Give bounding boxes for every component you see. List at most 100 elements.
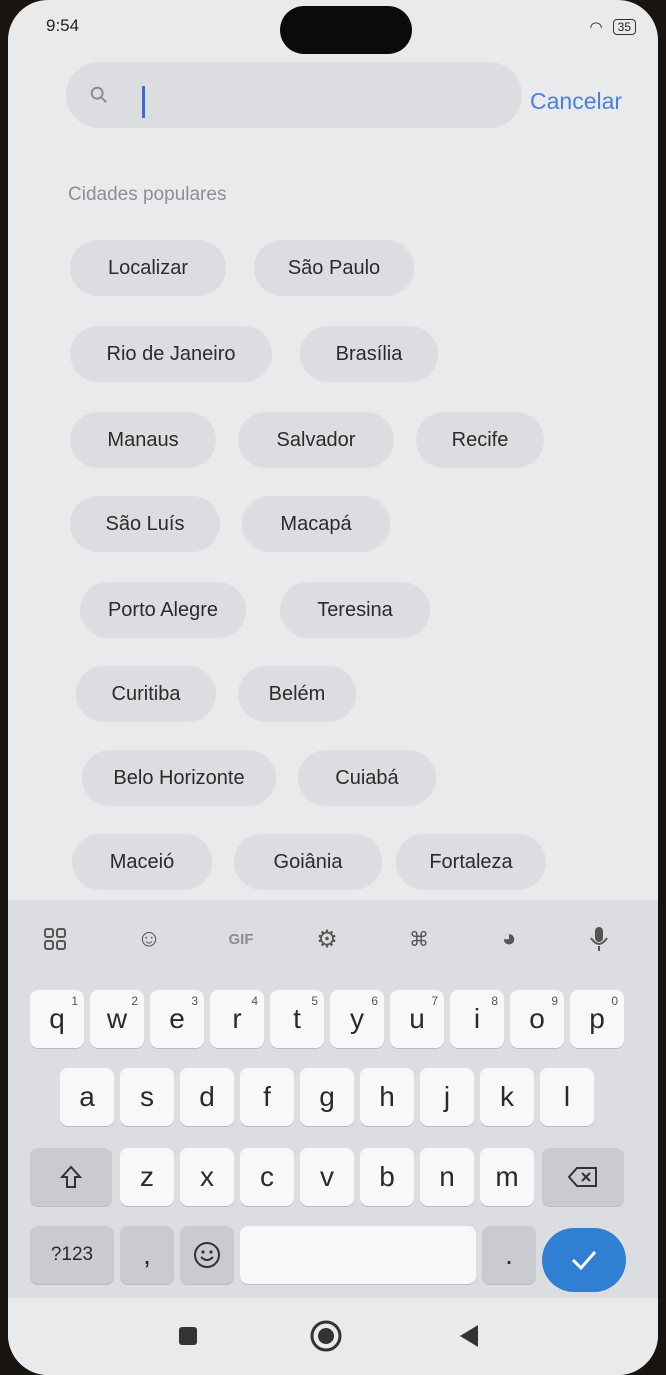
key-number: 2 (131, 994, 138, 1008)
key-label: w (106, 1003, 128, 1034)
key-label: i (473, 1003, 481, 1034)
wifi-icon: ◠ (589, 19, 603, 36)
key-y[interactable]: y6 (330, 990, 384, 1048)
city-chip[interactable]: Teresina (280, 582, 430, 638)
key-number: 3 (191, 994, 198, 1008)
comma-key[interactable]: , (120, 1226, 174, 1284)
city-chip[interactable]: Recife (416, 412, 544, 468)
city-chip[interactable]: São Luís (70, 496, 220, 552)
recents-button[interactable] (168, 1316, 208, 1356)
search-icon (90, 86, 107, 103)
key-d[interactable]: d (180, 1068, 234, 1126)
shift-key[interactable] (30, 1148, 112, 1206)
status-icons: ◠ 35 (590, 18, 636, 36)
checkmark-icon (571, 1251, 597, 1270)
key-r[interactable]: r4 (210, 990, 264, 1048)
key-g[interactable]: g (300, 1068, 354, 1126)
status-time: 9:54 (46, 16, 80, 35)
key-m[interactable]: m (480, 1148, 534, 1206)
text-cursor (142, 86, 145, 118)
key-l[interactable]: l (540, 1068, 594, 1126)
city-chip[interactable]: Macapá (242, 496, 390, 552)
city-chip[interactable]: Porto Alegre (80, 582, 246, 638)
search-input[interactable] (140, 75, 480, 115)
city-chip[interactable]: Maceió (72, 834, 212, 890)
key-w[interactable]: w2 (90, 990, 144, 1048)
circle-icon (310, 1320, 342, 1352)
city-chip[interactable]: Cuiabá (298, 750, 436, 806)
key-number: 7 (431, 994, 438, 1008)
key-u[interactable]: u7 (390, 990, 444, 1048)
city-chip[interactable]: Manaus (70, 412, 216, 468)
key-label: t (293, 1003, 301, 1034)
key-e[interactable]: e3 (150, 990, 204, 1048)
key-q[interactable]: q1 (30, 990, 84, 1048)
key-c[interactable]: c (240, 1148, 294, 1206)
translate-icon[interactable]: ⌘ (402, 922, 436, 956)
shift-icon (60, 1165, 82, 1188)
key-j[interactable]: j (420, 1068, 474, 1126)
microphone-icon[interactable] (582, 922, 616, 956)
home-button[interactable] (306, 1316, 346, 1356)
key-s[interactable]: s (120, 1068, 174, 1126)
key-label: u (409, 1003, 425, 1034)
key-n[interactable]: n (420, 1148, 474, 1206)
key-v[interactable]: v (300, 1148, 354, 1206)
key-label: q (49, 1003, 65, 1034)
section-title: Cidades populares (68, 184, 227, 205)
gear-icon[interactable]: ⚙ (310, 922, 344, 956)
city-chip[interactable]: São Paulo (254, 240, 414, 296)
city-chip[interactable]: Brasília (300, 326, 438, 382)
key-number: 1 (71, 994, 78, 1008)
search-field[interactable] (66, 62, 522, 128)
key-b[interactable]: b (360, 1148, 414, 1206)
battery-indicator: 35 (612, 19, 636, 35)
key-number: 4 (251, 994, 258, 1008)
emoji-key[interactable] (180, 1226, 234, 1284)
city-chip[interactable]: Curitiba (76, 666, 216, 722)
city-chip[interactable]: Belém (238, 666, 356, 722)
city-chip[interactable]: Goiânia (234, 834, 382, 890)
numbers-key[interactable]: ?123 (30, 1226, 114, 1284)
key-number: 5 (311, 994, 318, 1008)
key-z[interactable]: z (120, 1148, 174, 1206)
palette-icon[interactable]: ◕ (492, 922, 526, 956)
key-f[interactable]: f (240, 1068, 294, 1126)
sticker-icon[interactable]: ☺ (132, 922, 166, 956)
city-chip[interactable]: Belo Horizonte (82, 750, 276, 806)
key-label: r (232, 1003, 242, 1034)
key-x[interactable]: x (180, 1148, 234, 1206)
done-button[interactable] (542, 1228, 626, 1292)
apps-grid-icon[interactable] (38, 922, 72, 956)
system-navigation-bar (8, 1300, 658, 1375)
cancel-button[interactable]: Cancelar (530, 88, 622, 115)
phone-screen: 9:54 ◠ 35 Cancelar Cidades populares Loc… (8, 0, 658, 1375)
key-label: o (529, 1003, 545, 1034)
gif-button[interactable]: GIF (218, 922, 264, 956)
emoji-icon (194, 1242, 220, 1268)
square-icon (179, 1327, 197, 1345)
city-chip[interactable]: Localizar (70, 240, 226, 296)
key-i[interactable]: i8 (450, 990, 504, 1048)
key-number: 9 (551, 994, 558, 1008)
city-chip[interactable]: Rio de Janeiro (70, 326, 272, 382)
keyboard-toolbar: ☺ GIF ⚙ ⌘ ◕ (8, 900, 658, 976)
key-a[interactable]: a (60, 1068, 114, 1126)
city-chip[interactable]: Fortaleza (396, 834, 546, 890)
key-label: p (589, 1003, 605, 1034)
key-k[interactable]: k (480, 1068, 534, 1126)
back-button[interactable] (450, 1316, 490, 1356)
camera-notch (280, 6, 412, 54)
city-chip[interactable]: Salvador (238, 412, 394, 468)
triangle-back-icon (460, 1325, 478, 1347)
key-label: y (350, 1003, 364, 1034)
key-number: 6 (371, 994, 378, 1008)
key-t[interactable]: t5 (270, 990, 324, 1048)
key-h[interactable]: h (360, 1068, 414, 1126)
backspace-icon (568, 1167, 597, 1187)
backspace-key[interactable] (542, 1148, 624, 1206)
space-key[interactable] (240, 1226, 476, 1284)
key-o[interactable]: o9 (510, 990, 564, 1048)
key-p[interactable]: p0 (570, 990, 624, 1048)
period-key[interactable]: . (482, 1226, 536, 1284)
